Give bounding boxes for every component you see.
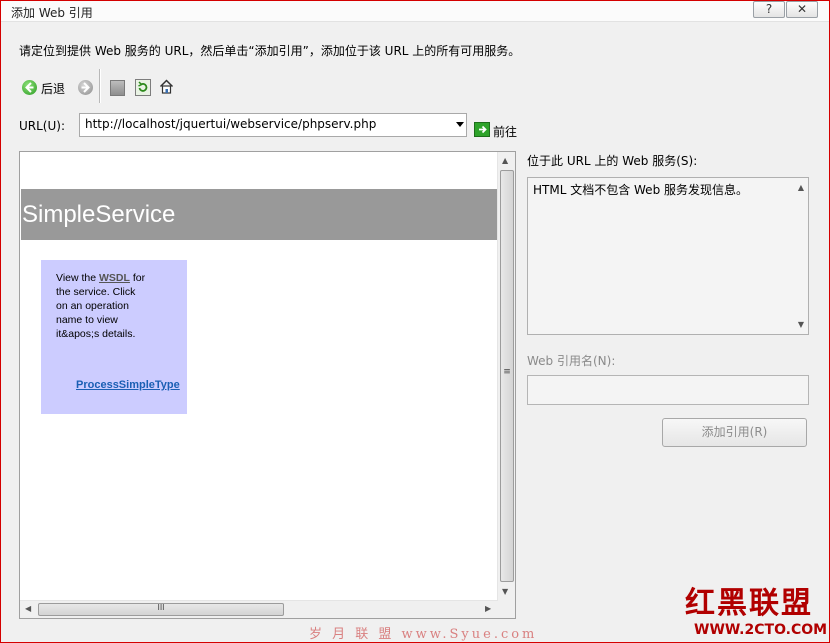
- window-title: 添加 Web 引用: [11, 6, 93, 20]
- horizontal-scrollbar[interactable]: ◀ III ▶: [20, 600, 498, 618]
- back-arrow-icon: [22, 80, 37, 95]
- service-banner: SimpleService: [21, 189, 497, 240]
- url-label: URL(U):: [19, 119, 65, 133]
- services-message: HTML 文档不包含 Web 服务发现信息。: [533, 183, 748, 197]
- close-button[interactable]: ✕: [786, 1, 818, 18]
- instruction-text: 请定位到提供 Web 服务的 URL，然后单击“添加引用”，添加位于该 URL …: [19, 44, 521, 58]
- hscroll-grip: III: [157, 603, 165, 612]
- chevron-down-icon[interactable]: [456, 122, 464, 127]
- scroll-down-icon[interactable]: ▼: [502, 587, 508, 596]
- watermark-logo: 红黑联盟: [685, 586, 813, 621]
- services-scroll-up-icon[interactable]: ▲: [798, 183, 804, 192]
- go-label: 前往: [493, 125, 518, 139]
- vertical-scrollbar[interactable]: ▲ ≡ ▼: [497, 152, 515, 601]
- browser-pane[interactable]: SimpleService View the WSDL for the serv…: [19, 151, 516, 619]
- services-scroll-down-icon[interactable]: ▼: [798, 320, 804, 329]
- forward-arrow-icon[interactable]: [78, 80, 93, 95]
- vscroll-grip: ≡: [503, 367, 511, 377]
- operations-sidebar: View the WSDL for the service. Click on …: [41, 260, 187, 414]
- stop-icon[interactable]: [110, 80, 125, 96]
- services-label: 位于此 URL 上的 Web 服务(S):: [527, 154, 698, 168]
- wsdl-link[interactable]: WSDL: [99, 272, 130, 284]
- horizontal-scroll-thumb[interactable]: III: [38, 603, 284, 616]
- service-title: SimpleService: [22, 201, 176, 228]
- scroll-up-icon[interactable]: ▲: [502, 156, 508, 165]
- toolbar-separator: [99, 69, 101, 103]
- url-value: http://localhost/jquertui/webservice/php…: [85, 117, 377, 131]
- operation-link[interactable]: ProcessSimpleType: [76, 379, 180, 391]
- go-button[interactable]: 前往: [474, 121, 522, 139]
- sidebar-text-1: View the: [56, 272, 97, 284]
- go-arrow-icon: [474, 122, 490, 137]
- scroll-left-icon[interactable]: ◀: [25, 604, 31, 613]
- reference-name-input[interactable]: [527, 375, 809, 405]
- vertical-scroll-thumb[interactable]: ≡: [500, 170, 514, 582]
- back-label: 后退: [41, 82, 66, 96]
- back-button[interactable]: 后退: [19, 77, 69, 97]
- scroll-right-icon[interactable]: ▶: [485, 604, 491, 613]
- scrollbar-corner: [498, 601, 515, 618]
- help-button[interactable]: ?: [753, 1, 785, 18]
- watermark-site: WWW.2CTO.COM: [694, 622, 828, 638]
- services-list[interactable]: HTML 文档不包含 Web 服务发现信息。 ▲ ▼: [527, 177, 809, 335]
- title-bar: 添加 Web 引用 ? ✕: [1, 1, 829, 22]
- sidebar-description: View the WSDL for the service. Click on …: [56, 271, 146, 341]
- url-combobox[interactable]: http://localhost/jquertui/webservice/php…: [79, 113, 467, 137]
- reference-name-label: Web 引用名(N):: [527, 354, 616, 368]
- home-icon[interactable]: [159, 79, 174, 94]
- refresh-icon[interactable]: [135, 79, 151, 96]
- add-reference-button[interactable]: 添加引用(R): [662, 418, 807, 447]
- watermark-bottom: 岁 月 联 盟 www.Syue.com: [309, 627, 538, 642]
